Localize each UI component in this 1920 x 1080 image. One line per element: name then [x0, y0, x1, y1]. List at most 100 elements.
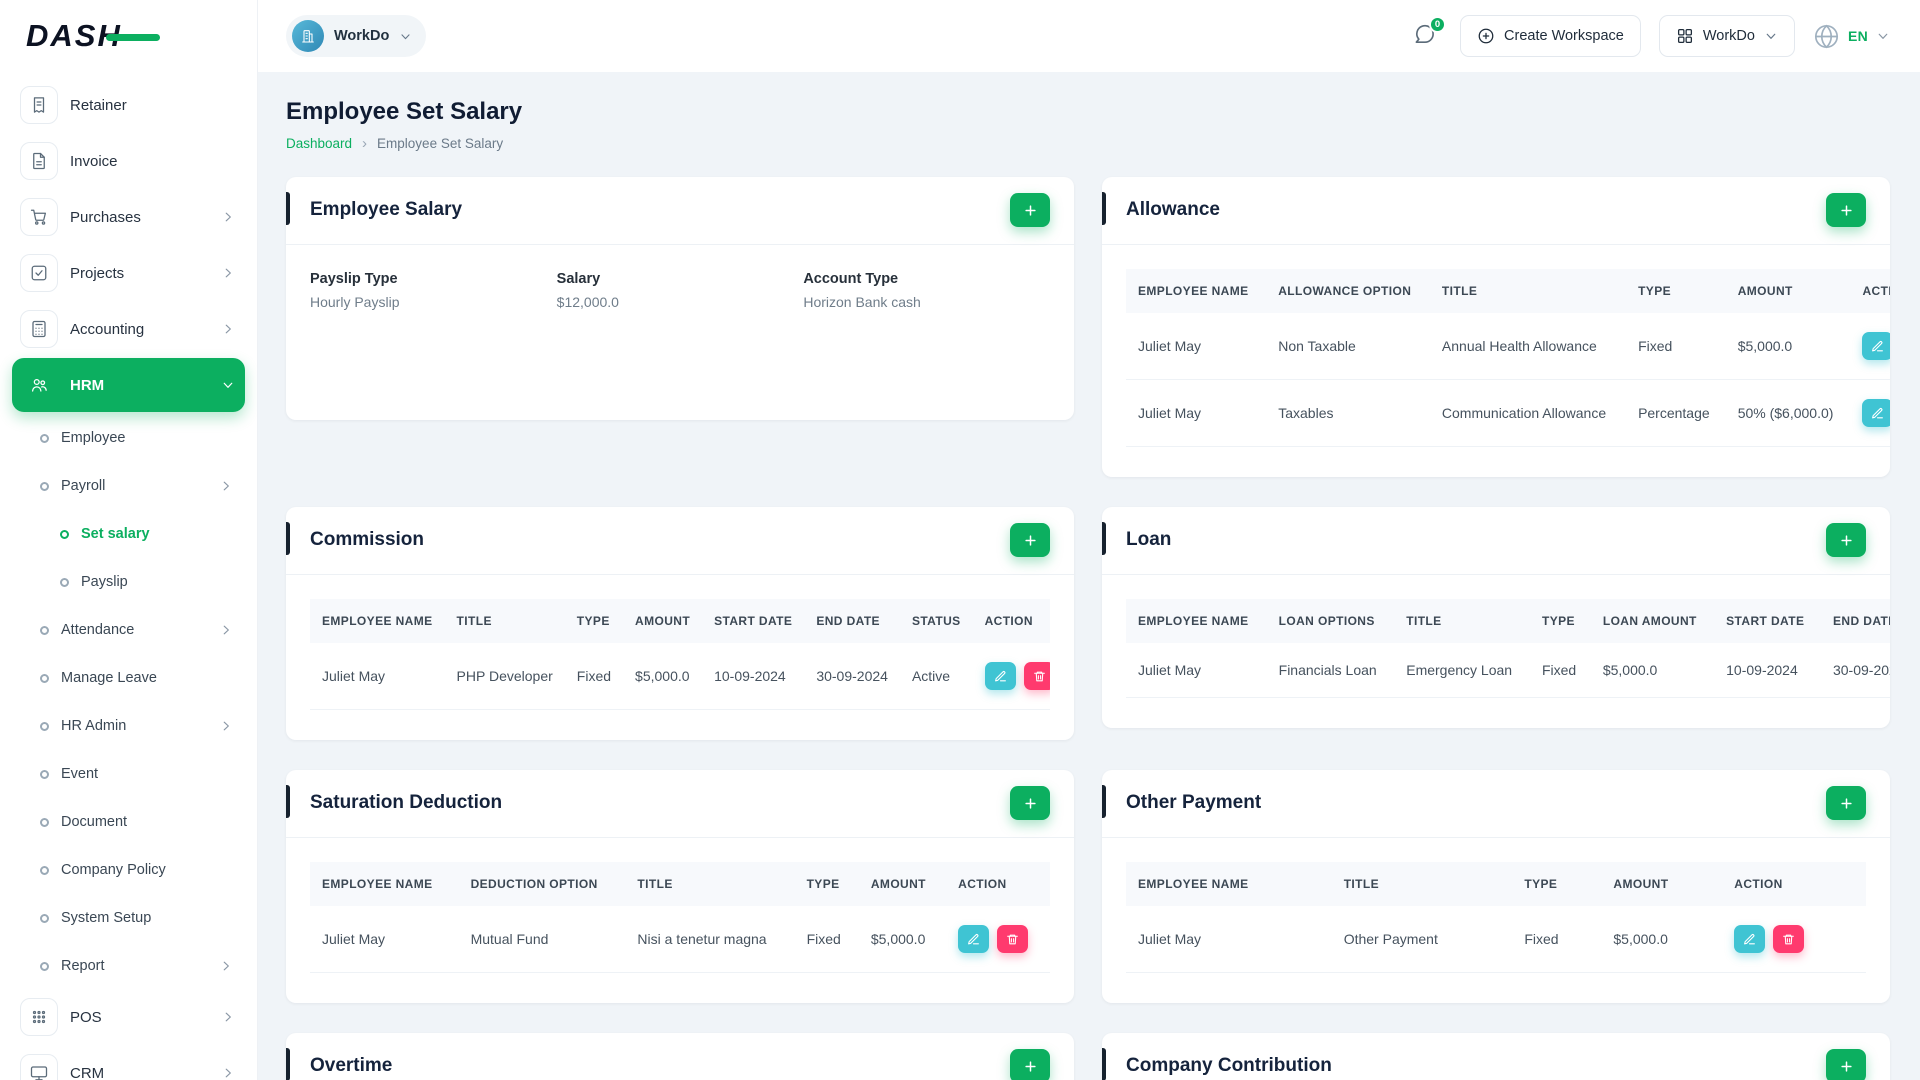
card-title: Overtime	[310, 1055, 393, 1076]
saturation-deduction-table: EMPLOYEE NAME DEDUCTION OPTION TITLE TYPE AM…	[310, 862, 1050, 973]
edit-button[interactable]	[958, 925, 990, 953]
language-selector[interactable]: EN	[1813, 23, 1890, 50]
plus-icon	[1839, 796, 1854, 811]
receipt-icon	[20, 86, 58, 124]
sidebar-item-invoice[interactable]: Invoice	[12, 134, 245, 188]
column-header: EMPLOYEE NAME	[1126, 269, 1267, 313]
card-title: Loan	[1126, 529, 1172, 550]
circle-bullet-icon	[40, 625, 49, 635]
sidebar-subitem-system-setup[interactable]: System Setup	[12, 894, 245, 942]
column-header: ACTION	[972, 599, 1050, 643]
chevron-right-icon	[223, 625, 229, 635]
add-overtime-button[interactable]	[1010, 1049, 1050, 1080]
sidebar-item-retainer[interactable]: Retainer	[12, 78, 245, 132]
table-row: Juliet May Mutual Fund Nisi a tenetur magn…	[310, 906, 1050, 973]
add-loan-button[interactable]	[1826, 523, 1866, 557]
payslip-type-field: Payslip Type Hourly Payslip	[310, 271, 557, 310]
column-header: END DATE	[1820, 599, 1890, 643]
loan-card: Loan EMPLOYEE NAME LOAN OPTIONS TITLE TYPE L…	[1102, 507, 1890, 728]
circle-bullet-icon	[40, 961, 49, 971]
app-logo[interactable]: DASH	[0, 0, 257, 72]
sidebar-subitem-label: Payslip	[81, 574, 128, 590]
pencil-icon	[1871, 340, 1884, 353]
table-row: Juliet May Other Payment Fixed $5,000.0	[1126, 906, 1866, 973]
language-code: EN	[1847, 28, 1868, 44]
sidebar-subitem-hr-admin[interactable]: HR Admin	[12, 702, 245, 750]
header-row: EMPLOYEE NAME DEDUCTION OPTION TITLE TYPE AM…	[310, 862, 1050, 906]
invoice-icon	[20, 142, 58, 180]
header-row: EMPLOYEE NAME TITLE TYPE AMOUNT ACTION	[1126, 862, 1866, 906]
sidebar-item-label: Accounting	[70, 320, 145, 338]
sidebar-subitem-set-salary[interactable]: Set salary	[12, 510, 245, 558]
column-header: START DATE	[1714, 599, 1821, 643]
add-employee-salary-button[interactable]	[1010, 193, 1050, 227]
sidebar-item-hrm[interactable]: HRM	[12, 358, 245, 412]
edit-button[interactable]	[1862, 332, 1890, 360]
column-header: ACTION	[946, 862, 1050, 906]
add-other-payment-button[interactable]	[1826, 786, 1866, 820]
sidebar-subitem-manage-leave[interactable]: Manage Leave	[12, 654, 245, 702]
add-allowance-button[interactable]	[1826, 193, 1866, 227]
create-workspace-button[interactable]: Create Workspace	[1460, 15, 1641, 57]
table-cell: Financials Loan	[1266, 643, 1395, 698]
edit-button[interactable]	[984, 662, 1016, 690]
chevron-right-icon	[225, 1012, 231, 1022]
commission-data-table: EMPLOYEE NAME TITLE TYPE AMOUNT START DATE EN…	[310, 599, 1050, 710]
card-title: Commission	[310, 529, 425, 550]
allowance-data-table: EMPLOYEE NAME ALLOWANCE OPTION TITLE TYPE AM…	[1126, 269, 1890, 447]
sidebar-subitem-label: Event	[61, 766, 99, 782]
column-header: TYPE	[794, 862, 859, 906]
circle-bullet-icon	[40, 865, 49, 875]
add-saturation-deduction-button[interactable]	[1010, 786, 1050, 820]
saturation_deduction-data-table: EMPLOYEE NAME DEDUCTION OPTION TITLE TYPE AM…	[310, 862, 1050, 973]
edit-button[interactable]	[1862, 399, 1890, 427]
table-cell: Percentage	[1626, 379, 1726, 447]
column-header: TYPE	[1626, 269, 1726, 313]
sidebar-item-crm[interactable]: CRM	[12, 1046, 245, 1080]
table-cell: $5,000.0	[1601, 906, 1723, 973]
sidebar-subitem-employee[interactable]: Employee	[12, 414, 245, 462]
sidebar-subitem-payroll[interactable]: Payroll	[12, 462, 245, 510]
field-value: $12,000.0	[556, 294, 619, 310]
sidebar-subitem-report[interactable]: Report	[12, 942, 245, 990]
table-cell: 30-09-2024	[804, 643, 900, 710]
sidebar-item-purchases[interactable]: Purchases	[12, 190, 245, 244]
other-payment-card: Other Payment EMPLOYEE NAME TITLE TYPE AMOU…	[1102, 770, 1890, 1003]
workspace-selector[interactable]: WorkDo	[286, 15, 427, 57]
messages-button[interactable]: 0	[1406, 16, 1447, 54]
sidebar-item-accounting[interactable]: Accounting	[12, 302, 245, 356]
add-commission-button[interactable]	[1010, 523, 1050, 557]
card-title: Company Contribution	[1126, 1055, 1332, 1076]
sidebar-item-projects[interactable]: Projects	[12, 246, 245, 300]
salary-summary: Payslip Type Hourly Payslip Salary $12,0…	[286, 245, 1074, 420]
table-cell: Juliet May	[1126, 313, 1267, 380]
circle-bullet-icon	[40, 913, 49, 923]
add-company-contribution-button[interactable]	[1826, 1049, 1866, 1080]
sidebar-subitem-event[interactable]: Event	[12, 750, 245, 798]
delete-button[interactable]	[1773, 925, 1805, 953]
sidebar-subitem-payslip[interactable]: Payslip	[12, 558, 245, 606]
sidebar-subitem-document[interactable]: Document	[12, 798, 245, 846]
delete-button[interactable]	[997, 925, 1029, 953]
column-header: AMOUNT	[858, 862, 947, 906]
plus-icon	[1839, 533, 1854, 548]
breadcrumb-dashboard-link[interactable]: Dashboard	[286, 136, 352, 151]
sidebar-subitem-attendance[interactable]: Attendance	[12, 606, 245, 654]
salary-field: Salary $12,000.0	[557, 271, 804, 310]
sidebar-subitem-label: Attendance	[61, 622, 135, 638]
edit-button[interactable]	[1734, 925, 1766, 953]
table-cell: Juliet May	[310, 906, 459, 973]
sidebar-item-label: Retainer	[70, 96, 127, 114]
column-header: TITLE	[444, 599, 565, 643]
column-header: START DATE	[702, 599, 805, 643]
workspace-switch-button[interactable]: WorkDo	[1658, 15, 1795, 57]
column-header: ACTION	[1722, 862, 1866, 906]
table-cell: 50% ($6,000.0)	[1725, 379, 1851, 447]
sidebar-item-label: Purchases	[70, 208, 141, 226]
sidebar-subitem-company-policy[interactable]: Company Policy	[12, 846, 245, 894]
chevron-right-icon	[223, 481, 229, 491]
sidebar-item-pos[interactable]: POS	[12, 990, 245, 1044]
table-cell: Fixed	[1512, 906, 1602, 973]
table-cell: $5,000.0	[1725, 313, 1851, 380]
delete-button[interactable]	[1023, 662, 1050, 690]
